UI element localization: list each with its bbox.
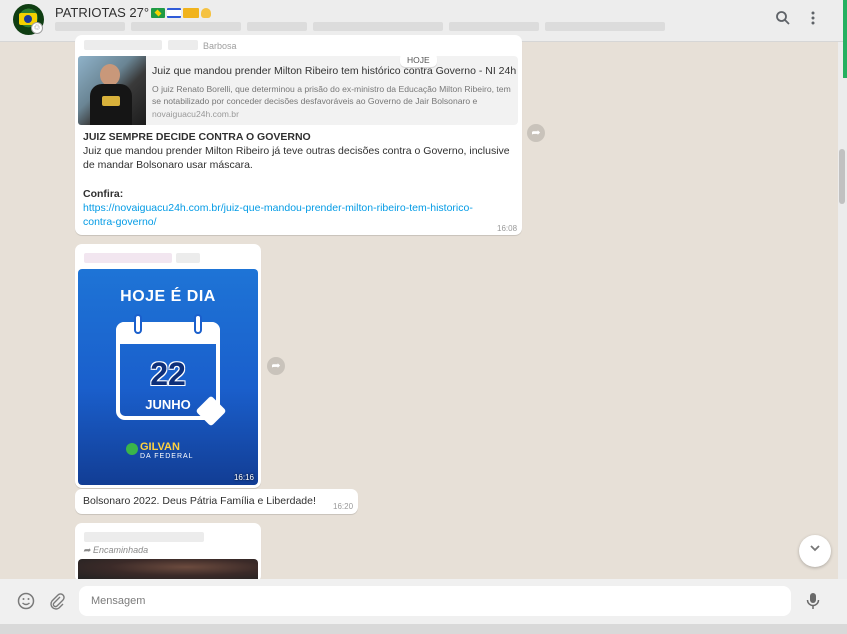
- link-domain: novaiguacu24h.com.br: [152, 109, 239, 119]
- image-time: 16:16: [233, 473, 254, 482]
- group-name: PATRIOTAS 27°: [55, 5, 150, 20]
- scrollbar-thumb[interactable]: [839, 149, 845, 204]
- forwarded-label: ➦ Encaminhada: [83, 545, 149, 555]
- link-preview-card[interactable]: Juiz que mandou prender Milton Ribeiro t…: [78, 56, 518, 125]
- message-label: Confira:: [83, 188, 124, 200]
- more-vertical-icon[interactable]: [803, 10, 823, 30]
- message-text: de mandar Bolsonaro usar máscara.: [83, 159, 253, 171]
- sender-phone: [84, 532, 204, 542]
- image-title: HOJE É DIA: [120, 288, 216, 305]
- search-icon[interactable]: [773, 10, 793, 30]
- israel-flag-icon: [167, 8, 182, 18]
- sender-phone: [84, 40, 162, 50]
- group-title[interactable]: PATRIOTAS 27°: [55, 5, 212, 20]
- sender-phone: [84, 253, 172, 263]
- message-time: 16:20: [333, 502, 354, 511]
- microphone-icon[interactable]: [803, 592, 823, 612]
- link-title: Juiz que mandou prender Milton Ribeiro t…: [152, 65, 517, 77]
- message-text: Bolsonaro 2022. Deus Pátria Família e Li…: [83, 495, 316, 507]
- link-description: O juiz Renato Borelli, que determinou a …: [152, 84, 511, 106]
- forward-icon[interactable]: ➦: [527, 124, 545, 142]
- brand-logo: GILVAN DA FEDERAL: [126, 441, 200, 465]
- paperclip-icon[interactable]: [47, 592, 67, 612]
- emoji-icon[interactable]: [16, 592, 36, 612]
- message-image[interactable]: HOJE É DIA 22 JUNHO GILVAN DA FEDERAL 16…: [78, 269, 258, 485]
- message-input[interactable]: [79, 586, 791, 616]
- number-emoji-icon: [183, 8, 200, 18]
- message-image[interactable]: [78, 559, 258, 579]
- message-link[interactable]: contra-governo/: [83, 215, 157, 229]
- message-time: 16:08: [497, 224, 518, 233]
- status-badge: ♲: [31, 22, 43, 34]
- message-text: Juiz que mandou prender Milton Ribeiro j…: [83, 145, 510, 157]
- date-divider: HOJE: [400, 53, 437, 67]
- participants-list[interactable]: [55, 22, 745, 34]
- scrollbar[interactable]: [838, 42, 847, 579]
- sender-phone: [176, 253, 200, 263]
- calendar-icon: 22 JUNHO: [116, 314, 227, 427]
- calendar-day: 22: [150, 356, 186, 392]
- message-headline: JUIZ SEMPRE DECIDE CONTRA O GOVERNO: [83, 131, 311, 143]
- brand-subtitle: DA FEDERAL: [140, 453, 194, 460]
- sender-name: Barbosa: [203, 41, 237, 51]
- window-bottom-edge: [0, 624, 847, 634]
- flexed-arm-icon: [201, 8, 212, 18]
- forwarded-text: Encaminhada: [93, 545, 149, 555]
- brand-name: GILVAN: [140, 441, 180, 453]
- compose-bar: [0, 579, 847, 624]
- message-link[interactable]: https://novaiguacu24h.com.br/juiz-que-ma…: [83, 201, 473, 215]
- brazil-flag-icon: [151, 8, 166, 18]
- window-accent: [843, 0, 847, 78]
- scroll-down-button[interactable]: [799, 535, 831, 567]
- forward-icon[interactable]: ➦: [267, 357, 285, 375]
- link-thumbnail: [78, 56, 146, 125]
- sender-phone: [168, 40, 198, 50]
